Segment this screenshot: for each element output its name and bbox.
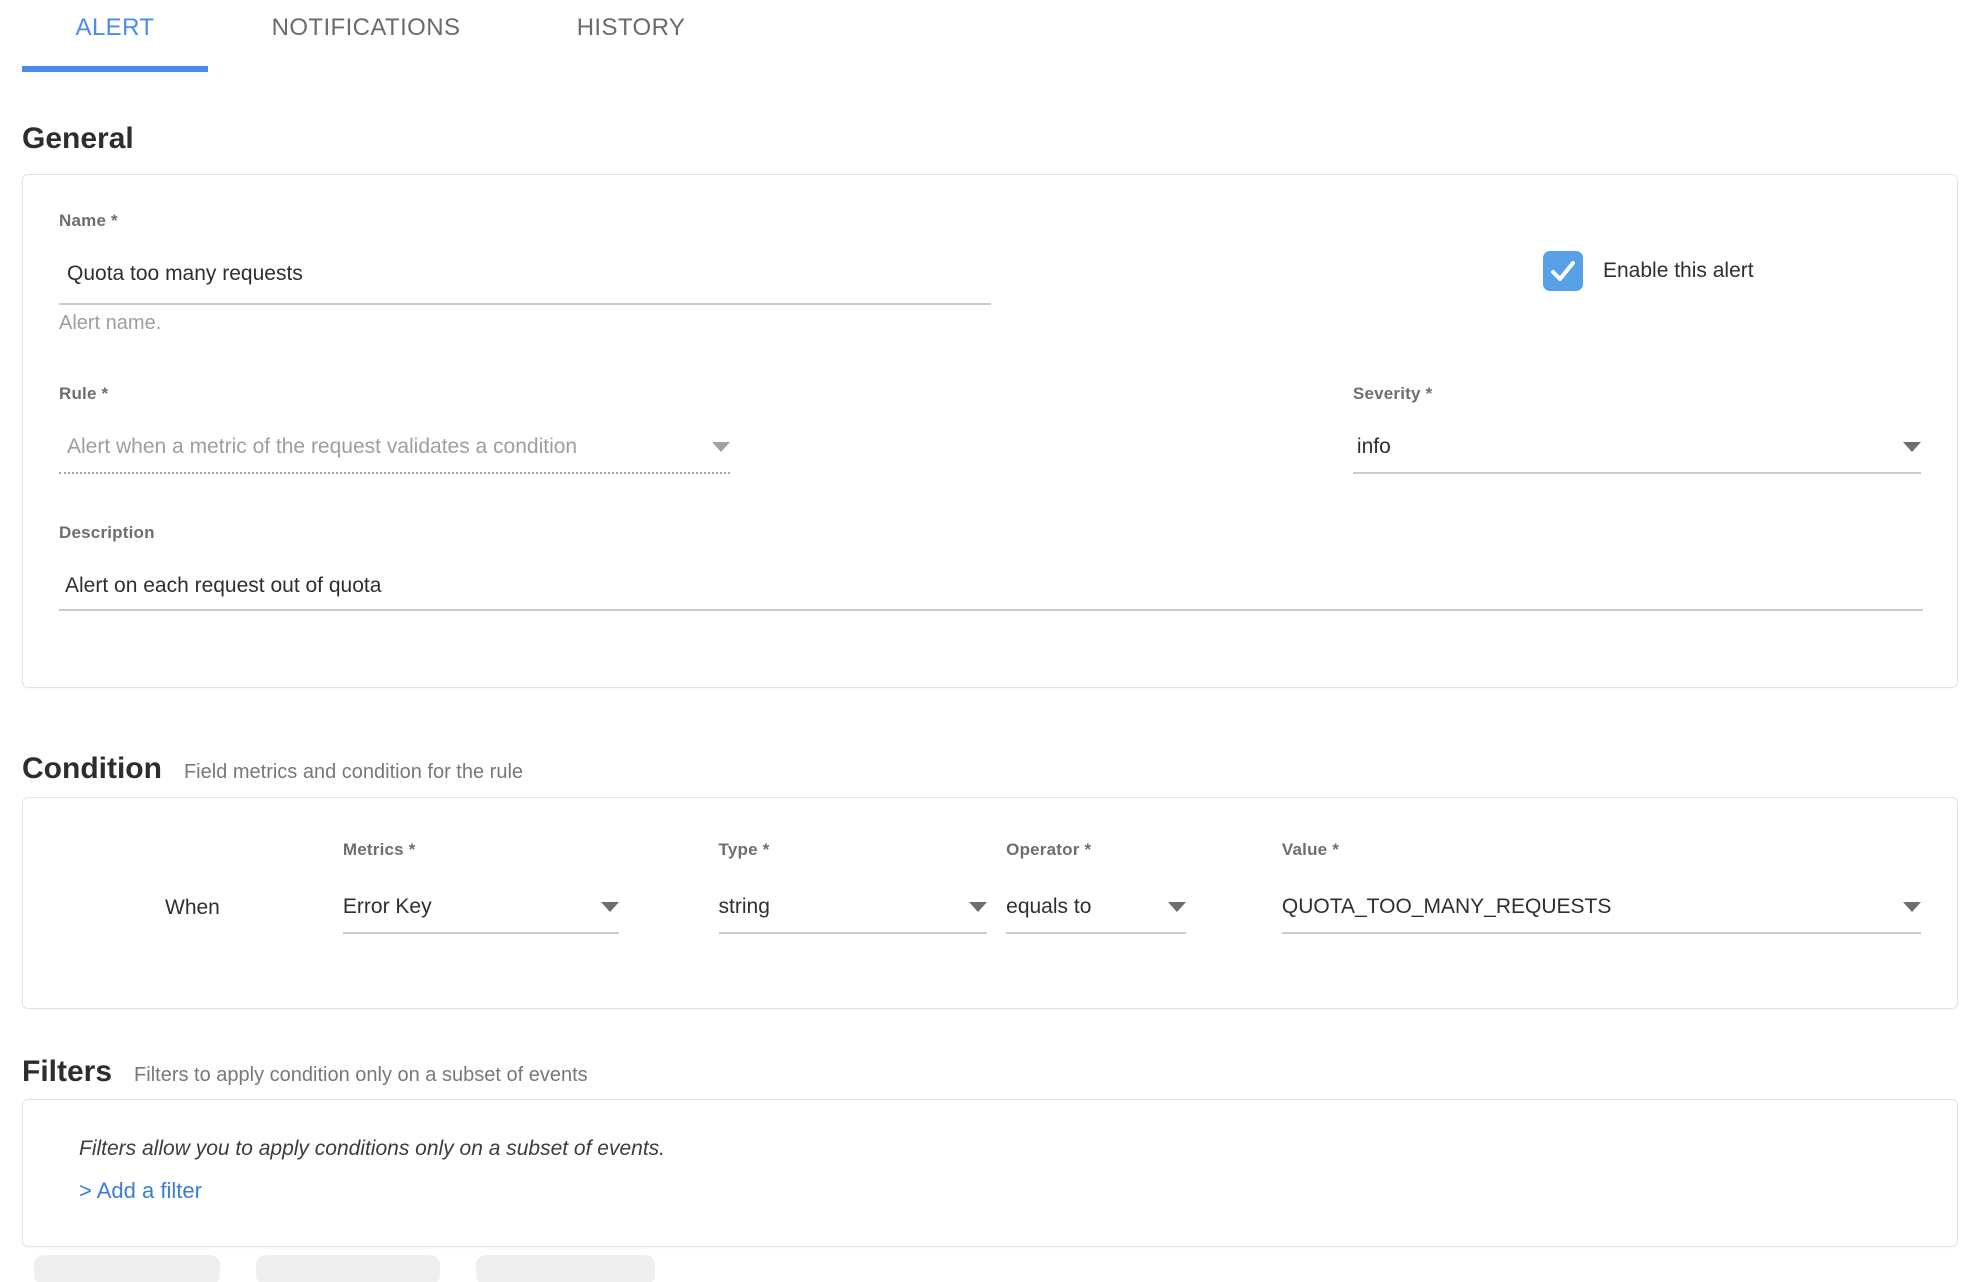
filters-card: Filters allow you to apply conditions on… xyxy=(22,1099,1958,1247)
tab-alert[interactable]: ALERT xyxy=(22,14,208,72)
condition-row: When Metrics * Error Key Type * string O… xyxy=(59,840,1921,934)
severity-select[interactable]: info xyxy=(1353,434,1921,474)
rule-severity-row: Rule * Alert when a metric of the reques… xyxy=(59,384,1921,474)
name-field[interactable]: Name * Quota too many requests Alert nam… xyxy=(59,211,991,335)
alert-edit-page: ALERT NOTIFICATIONS HISTORY General Name… xyxy=(0,0,1980,1282)
value-label: Value * xyxy=(1282,840,1921,860)
general-heading: General xyxy=(22,122,134,156)
general-section-header: General xyxy=(0,122,1980,156)
metrics-select[interactable]: Error Key xyxy=(343,894,619,934)
severity-select-value: info xyxy=(1357,434,1391,460)
description-input[interactable]: Alert on each request out of quota xyxy=(59,573,1923,611)
description-label: Description xyxy=(59,523,1923,543)
tab-notifications-label: NOTIFICATIONS xyxy=(272,14,461,41)
value-field: Value * QUOTA_TOO_MANY_REQUESTS xyxy=(1282,840,1921,934)
rule-select: Alert when a metric of the request valid… xyxy=(59,434,730,474)
bottom-actions-row xyxy=(0,1255,1980,1282)
rule-label: Rule * xyxy=(59,384,730,404)
add-filter-link[interactable]: > Add a filter xyxy=(59,1178,1921,1204)
type-select-value: string xyxy=(719,894,770,920)
name-input[interactable]: Quota too many requests xyxy=(59,261,991,305)
tab-alert-label: ALERT xyxy=(76,14,155,41)
cut-off-button[interactable] xyxy=(34,1255,220,1282)
name-label: Name * xyxy=(59,211,991,231)
cut-off-button[interactable] xyxy=(256,1255,440,1282)
dropdown-arrow-icon xyxy=(969,902,987,912)
dropdown-arrow-icon xyxy=(1168,902,1186,912)
dropdown-arrow-icon xyxy=(601,902,619,912)
tab-notifications[interactable]: NOTIFICATIONS xyxy=(232,14,500,72)
filters-heading: Filters xyxy=(22,1055,112,1089)
general-card: Name * Quota too many requests Alert nam… xyxy=(22,174,1958,688)
rule-field: Rule * Alert when a metric of the reques… xyxy=(59,384,730,474)
name-hint: Alert name. xyxy=(59,311,991,335)
severity-field: Severity * info xyxy=(1353,384,1921,474)
filters-section-header: Filters Filters to apply condition only … xyxy=(0,1055,1980,1089)
condition-section-header: Condition Field metrics and condition fo… xyxy=(0,752,1980,786)
operator-field: Operator * equals to xyxy=(1006,840,1186,934)
type-field: Type * string xyxy=(719,840,988,934)
tab-history[interactable]: HISTORY xyxy=(536,14,726,72)
operator-select[interactable]: equals to xyxy=(1006,894,1186,934)
filters-note: Filters allow you to apply conditions on… xyxy=(59,1136,1921,1162)
severity-label: Severity * xyxy=(1353,384,1921,404)
rule-select-value: Alert when a metric of the request valid… xyxy=(67,434,577,460)
condition-heading: Condition xyxy=(22,752,162,786)
active-tab-indicator xyxy=(22,66,208,72)
description-field: Description Alert on each request out of… xyxy=(59,523,1923,611)
metrics-label: Metrics * xyxy=(343,840,619,860)
checkmark-icon xyxy=(1548,256,1578,286)
dropdown-arrow-icon xyxy=(1903,442,1921,452)
enable-alert-label[interactable]: Enable this alert xyxy=(1603,259,1754,283)
operator-label: Operator * xyxy=(1006,840,1186,860)
metrics-select-value: Error Key xyxy=(343,894,432,920)
value-select-value: QUOTA_TOO_MANY_REQUESTS xyxy=(1282,894,1611,920)
filters-subtitle: Filters to apply condition only on a sub… xyxy=(134,1064,588,1087)
condition-subtitle: Field metrics and condition for the rule xyxy=(184,761,523,784)
condition-card: When Metrics * Error Key Type * string O… xyxy=(22,797,1958,1009)
cut-off-button[interactable] xyxy=(476,1255,655,1282)
operator-select-value: equals to xyxy=(1006,894,1091,920)
tab-bar: ALERT NOTIFICATIONS HISTORY xyxy=(0,0,1980,72)
enable-alert-checkbox[interactable] xyxy=(1543,251,1583,291)
type-label: Type * xyxy=(719,840,988,860)
dropdown-arrow-icon xyxy=(1903,902,1921,912)
value-select[interactable]: QUOTA_TOO_MANY_REQUESTS xyxy=(1282,894,1921,934)
enable-alert-group: Enable this alert xyxy=(1543,251,1754,291)
type-select[interactable]: string xyxy=(719,894,988,934)
metrics-field: Metrics * Error Key xyxy=(343,840,619,934)
dropdown-arrow-icon xyxy=(712,442,730,452)
when-label: When xyxy=(165,896,232,920)
tab-history-label: HISTORY xyxy=(577,14,686,41)
